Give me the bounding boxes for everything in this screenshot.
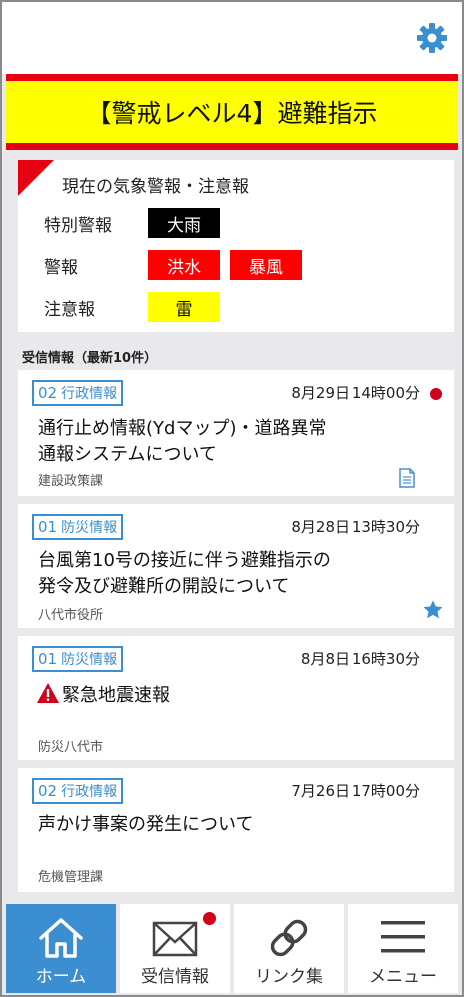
message-title-line: 台風第10号の接近に伴う避難指示の xyxy=(38,550,331,571)
category-badge: 01 防災情報 xyxy=(32,646,124,672)
message-date: 8月29日 xyxy=(291,384,350,402)
tab-label: 受信情報 xyxy=(141,967,209,987)
message-item[interactable]: 02 行政情報 8月29日 14時00分 通行止め情報(Ydマップ)・道路異常 … xyxy=(18,370,454,496)
message-item[interactable]: 02 行政情報 7月26日 17時00分 声かけ事案の発生について 危機管理課 xyxy=(18,768,454,892)
message-title-line: 声かけ事案の発生について xyxy=(38,814,254,835)
message-time: 14時00分 xyxy=(351,384,420,402)
warning-level-label: 注意報 xyxy=(44,299,95,320)
tab-received-info[interactable]: 受信情報 xyxy=(120,904,230,993)
message-date: 8月8日 xyxy=(300,650,350,668)
warning-tag-flood: 洪水 xyxy=(148,250,220,280)
warning-row-special: 特別警報 大雨 xyxy=(44,208,230,238)
menu-icon xyxy=(381,921,425,953)
warning-corner-mark xyxy=(18,160,54,196)
message-title: 台風第10号の接近に伴う避難指示の 発令及び避難所の開設について xyxy=(38,548,418,600)
warning-row-warning: 警報 洪水 暴風 xyxy=(44,250,312,280)
message-title: 緊急地震速報 xyxy=(36,682,416,709)
notification-dot-icon xyxy=(203,912,216,925)
message-title: 声かけ事案の発生について xyxy=(38,812,418,838)
tab-label: ホーム xyxy=(35,967,87,987)
category-label: 防災情報 xyxy=(61,520,118,536)
category-number: 02 xyxy=(38,384,58,402)
star-icon[interactable] xyxy=(422,599,444,621)
message-time: 16時30分 xyxy=(351,650,420,668)
received-info-heading: 受信情報（最新10件） xyxy=(22,351,158,366)
category-label: 行政情報 xyxy=(61,386,118,402)
message-item[interactable]: 01 防災情報 8月8日 16時30分 緊急地震速報 防災八代市 xyxy=(18,636,454,760)
message-date: 7月26日 xyxy=(291,782,350,800)
category-number: 01 xyxy=(38,518,58,536)
warning-icon xyxy=(37,683,59,703)
top-bar xyxy=(2,2,462,74)
warning-row-advisory: 注意報 雷 xyxy=(44,292,230,322)
message-title-line: 通行止め情報(Ydマップ)・道路異常 xyxy=(38,418,327,439)
message-time: 13時30分 xyxy=(351,518,420,536)
home-icon xyxy=(39,918,83,958)
category-label: 防災情報 xyxy=(61,652,118,668)
warning-card-title: 現在の気象警報・注意報 xyxy=(62,177,249,197)
weather-warning-card[interactable]: 現在の気象警報・注意報 特別警報 大雨 警報 洪水 暴風 注意報 雷 xyxy=(18,160,454,332)
message-title-line: 緊急地震速報 xyxy=(62,685,170,706)
tab-label: リンク集 xyxy=(255,967,323,987)
tab-links[interactable]: リンク集 xyxy=(234,904,344,993)
category-badge: 01 防災情報 xyxy=(32,514,124,540)
message-title-line: 発令及び避難所の開設について xyxy=(38,576,290,597)
message-date: 8月28日 xyxy=(291,518,350,536)
alert-banner-text: 【警戒レベル4】避難指示 xyxy=(86,99,378,128)
message-sender: 建設政策課 xyxy=(38,474,104,489)
category-badge: 02 行政情報 xyxy=(32,380,124,406)
category-badge: 02 行政情報 xyxy=(32,778,124,804)
app-screen: 【警戒レベル4】避難指示 現在の気象警報・注意報 特別警報 大雨 警報 洪水 暴… xyxy=(0,0,464,997)
warning-tag-thunder: 雷 xyxy=(148,292,220,322)
evacuation-alert-banner[interactable]: 【警戒レベル4】避難指示 xyxy=(6,74,458,150)
message-title: 通行止め情報(Ydマップ)・道路異常 通報システムについて xyxy=(38,416,418,468)
warning-level-label: 警報 xyxy=(44,257,78,278)
warning-tag-storm: 暴風 xyxy=(230,250,302,280)
message-sender: 八代市役所 xyxy=(38,608,104,623)
category-number: 01 xyxy=(38,650,58,668)
tab-label: メニュー xyxy=(369,967,437,987)
category-number: 02 xyxy=(38,782,58,800)
warning-level-label: 特別警報 xyxy=(44,215,112,236)
tab-menu[interactable]: メニュー xyxy=(348,904,458,993)
message-sender: 防災八代市 xyxy=(38,740,104,755)
gear-icon[interactable] xyxy=(416,22,448,54)
tab-home[interactable]: ホーム xyxy=(6,904,116,993)
warning-tag-heavy-rain: 大雨 xyxy=(148,208,220,238)
message-sender: 危機管理課 xyxy=(38,870,104,885)
category-label: 行政情報 xyxy=(61,784,118,800)
mail-icon xyxy=(152,921,198,957)
link-icon xyxy=(270,919,308,957)
message-title-line: 通報システムについて xyxy=(38,444,217,465)
message-time: 17時00分 xyxy=(351,782,420,800)
document-icon xyxy=(399,468,415,488)
unread-dot-icon xyxy=(430,388,442,400)
bottom-tab-bar: ホーム 受信情報 リンク集 メニュー xyxy=(6,904,458,993)
message-item[interactable]: 01 防災情報 8月28日 13時30分 台風第10号の接近に伴う避難指示の 発… xyxy=(18,504,454,628)
